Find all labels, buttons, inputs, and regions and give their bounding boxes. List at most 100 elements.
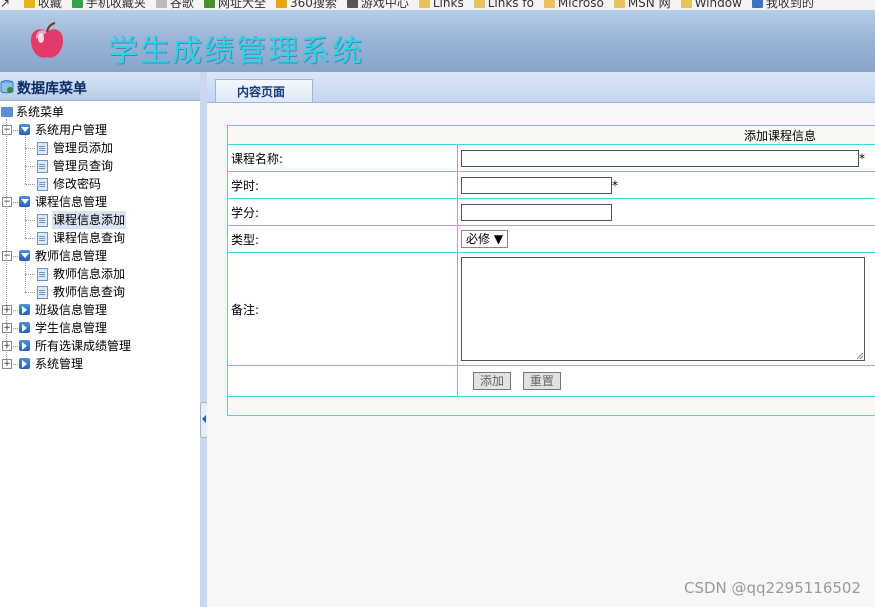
expand-toggle-icon[interactable]: + bbox=[2, 323, 12, 333]
note-label: 备注: bbox=[227, 252, 458, 366]
tree-connector bbox=[25, 184, 35, 185]
course-name-input[interactable] bbox=[461, 149, 859, 167]
form-caption: 添加课程信息 bbox=[227, 125, 875, 145]
sidebar-group-4[interactable]: 班级信息管理 bbox=[35, 301, 107, 319]
watermark: CSDN @qq2295116502 bbox=[683, 579, 861, 597]
document-icon bbox=[37, 142, 48, 155]
type-select[interactable]: 必修 ▼ bbox=[461, 230, 509, 248]
reset-button[interactable]: 重置 bbox=[522, 372, 561, 390]
menu-root-icon bbox=[1, 107, 13, 117]
tree-connector bbox=[25, 135, 26, 184]
sidebar-group-2[interactable]: 课程信息管理 bbox=[35, 193, 107, 211]
bookmark-label: Links bbox=[432, 0, 464, 10]
collapse-toggle-icon[interactable]: − bbox=[2, 251, 12, 261]
star-icon bbox=[23, 0, 35, 8]
expand-toggle-icon[interactable]: + bbox=[2, 359, 12, 369]
database-icon bbox=[0, 80, 14, 94]
apple-logo-icon bbox=[30, 22, 64, 58]
credit-input[interactable] bbox=[461, 203, 612, 221]
button-cell: 添加 重置 bbox=[457, 365, 875, 397]
folder-icon bbox=[613, 0, 625, 8]
bookmark-label: MSN 网 bbox=[627, 0, 671, 10]
note-textarea[interactable] bbox=[461, 257, 865, 361]
bookmark-item[interactable]: Window bbox=[680, 0, 742, 10]
course-name-label: 课程名称: bbox=[227, 144, 458, 172]
bookmark-label: Links fo bbox=[487, 0, 534, 10]
document-icon bbox=[37, 268, 48, 281]
sidebar-group-1[interactable]: 系统用户管理 bbox=[35, 121, 107, 139]
tree-root-label: 系统菜单 bbox=[16, 105, 65, 119]
folder-toggle-icon[interactable] bbox=[19, 304, 30, 315]
bookmark-item[interactable]: Microso bbox=[543, 0, 604, 10]
sidebar-group-7[interactable]: 系统管理 bbox=[35, 355, 83, 373]
tree-connector bbox=[25, 261, 26, 292]
tree-connector bbox=[25, 238, 35, 239]
sidebar-item-2-1[interactable]: 课程信息添加 bbox=[52, 211, 127, 229]
document-icon bbox=[37, 160, 48, 173]
sidebar-group-5[interactable]: 学生信息管理 bbox=[35, 319, 107, 337]
expand-toggle-icon[interactable]: + bbox=[2, 341, 12, 351]
search-icon bbox=[751, 0, 763, 8]
sidebar-item-1-3[interactable]: 修改密码 bbox=[52, 175, 102, 193]
required-mark: * bbox=[859, 151, 865, 165]
tree-connector bbox=[25, 207, 26, 238]
required-mark: * bbox=[612, 178, 618, 192]
type-cell: 必修 ▼ bbox=[457, 225, 875, 253]
sidebar-group-6[interactable]: 所有选课成绩管理 bbox=[35, 337, 131, 355]
add-button[interactable]: 添加 bbox=[473, 372, 512, 390]
collapse-toggle-icon[interactable]: − bbox=[2, 125, 12, 135]
sidebar-title: 数据库菜单 bbox=[17, 81, 87, 97]
note-cell bbox=[457, 252, 875, 366]
expand-toggle-icon[interactable]: + bbox=[2, 305, 12, 315]
folder-toggle-icon[interactable] bbox=[19, 124, 30, 135]
course-name-cell: * bbox=[457, 144, 875, 172]
bookmark-label: Microso bbox=[557, 0, 604, 10]
sidebar-item-1-1[interactable]: 管理员添加 bbox=[52, 139, 114, 157]
folder-toggle-icon[interactable] bbox=[19, 358, 30, 369]
bookmark-label: 网址大全 bbox=[217, 0, 266, 10]
app-header: 学生成绩管理系统 bbox=[0, 10, 875, 72]
tree-connector bbox=[25, 220, 35, 221]
credit-label: 学分: bbox=[227, 198, 458, 226]
bookmark-label: 我收到的 bbox=[765, 0, 814, 10]
hours-label: 学时: bbox=[227, 171, 458, 199]
folder-toggle-icon[interactable] bbox=[19, 340, 30, 351]
bookmark-back[interactable]: ↗ bbox=[0, 0, 10, 10]
button-row-spacer bbox=[227, 365, 458, 397]
search-icon bbox=[275, 0, 287, 8]
document-icon bbox=[37, 214, 48, 227]
add-course-form: 添加课程信息 课程名称: * 学时: * 学分: 类型: 必修 ▼ 备注: 添加… bbox=[227, 125, 875, 416]
sidebar-group-3[interactable]: 教师信息管理 bbox=[35, 247, 107, 265]
bookmark-label: 收藏 bbox=[37, 0, 62, 10]
sidebar-item-3-2[interactable]: 教师信息查询 bbox=[52, 283, 126, 301]
app-title: 学生成绩管理系统 bbox=[108, 34, 364, 69]
type-label: 类型: bbox=[227, 225, 458, 253]
collapse-toggle-icon[interactable]: − bbox=[2, 197, 12, 207]
globe-icon bbox=[203, 0, 215, 8]
bookmark-label: 谷歌 bbox=[169, 0, 194, 10]
tab-content-page[interactable]: 内容页面 bbox=[215, 79, 313, 102]
bookmark-label: Window bbox=[694, 0, 742, 10]
folder-toggle-icon[interactable] bbox=[19, 322, 30, 333]
content-area: 内容页面 添加课程信息 课程名称: * 学时: * 学分: 类型: 必修 ▼ 备… bbox=[207, 72, 875, 607]
sidebar-item-3-1[interactable]: 教师信息添加 bbox=[52, 265, 126, 283]
credit-cell bbox=[457, 198, 875, 226]
sidebar-item-1-2[interactable]: 管理员查询 bbox=[52, 157, 114, 175]
sidebar: 数据库菜单 系统菜单 − 系统用户管理 管理员添加 管理员查询 修改密码 − 课程信息管理 课程… bbox=[0, 72, 201, 607]
folder-icon bbox=[543, 0, 555, 8]
bookmark-item[interactable]: Links bbox=[418, 0, 464, 10]
tree-connector bbox=[6, 119, 7, 363]
folder-toggle-icon[interactable] bbox=[19, 250, 30, 261]
document-icon bbox=[37, 178, 48, 191]
sidebar-splitter[interactable] bbox=[200, 72, 208, 607]
hours-input[interactable] bbox=[461, 176, 612, 194]
sidebar-item-2-2[interactable]: 课程信息查询 bbox=[52, 229, 126, 247]
bookmark-item[interactable]: Links fo bbox=[473, 0, 534, 10]
tree-connector bbox=[25, 166, 35, 167]
document-icon bbox=[37, 286, 48, 299]
bookmark-label: 360搜索 bbox=[289, 0, 337, 10]
folder-toggle-icon[interactable] bbox=[19, 196, 30, 207]
document-icon bbox=[37, 232, 48, 245]
sidebar-header: 数据库菜单 bbox=[0, 72, 200, 101]
bookmark-label: 游戏中心 bbox=[360, 0, 409, 10]
